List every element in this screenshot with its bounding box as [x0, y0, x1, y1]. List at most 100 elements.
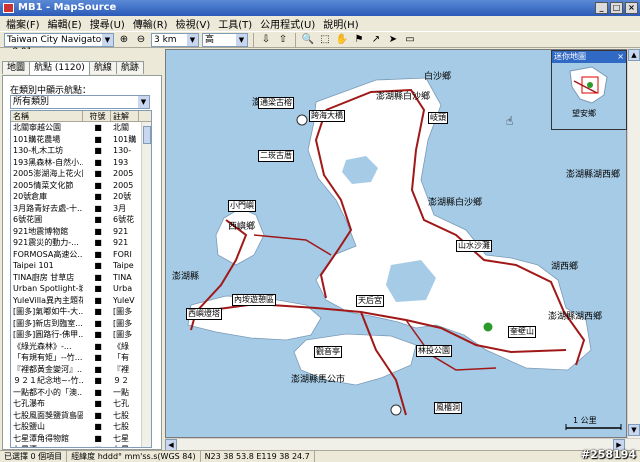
list-item[interactable]: [圖多]圓路行-佛甲... ■ [圖多	[11, 329, 151, 341]
list-item[interactable]: 921震災的動力-... ■ 921	[11, 237, 151, 249]
column-comment[interactable]: 註解	[111, 111, 139, 121]
map-horizontal-scrollbar[interactable]: ◀ ▶	[165, 438, 640, 451]
product-select[interactable]: Taiwan City Navigator v8.01▼	[4, 32, 114, 57]
waypoint-name: 6號花圃	[13, 215, 43, 224]
zoom-tool-icon[interactable]: 🔍	[301, 33, 315, 47]
list-item[interactable]: 3月路青好去處-十... ■ 3月	[11, 203, 151, 215]
list-item[interactable]: 2005情菜文化節 ■ 2005	[11, 180, 151, 192]
waypoint-comment: Taipe	[113, 261, 134, 270]
send-to-device-icon[interactable]: ⇧	[276, 33, 290, 47]
waypoint-list[interactable]: 名稱 符號 註解 北關寧越公園 ■ 北關 101購花農場 ■ 101購 130-札木工坊 ■ 1…	[10, 110, 152, 448]
minimize-button[interactable]: _	[595, 2, 608, 14]
waypoint-comment: ９２	[113, 376, 129, 385]
tab-maps[interactable]: 地圖	[2, 61, 31, 74]
list-item[interactable]: 921地震博物館 ■ 921	[11, 226, 151, 238]
zoom-out-icon[interactable]: ⊖	[134, 33, 148, 47]
list-item[interactable]: 6號花圃 ■ 6號花	[11, 214, 151, 226]
waypoint-symbol-icon: ■	[94, 180, 102, 190]
waypoint-tool-icon[interactable]: ⚑	[352, 33, 366, 47]
close-icon[interactable]: ×	[617, 51, 624, 63]
waypoint-name: Urban Spotlight-城...	[13, 284, 83, 293]
list-item[interactable]: 七星潭角得物館 ■ 七星	[11, 433, 151, 445]
waypoint-comment: 921	[113, 238, 129, 247]
maximize-button[interactable]: □	[610, 2, 623, 14]
list-item[interactable]: 「有規有矩」--竹... ■ 「有	[11, 352, 151, 364]
menu-help[interactable]: 說明(H)	[319, 16, 362, 31]
list-item[interactable]: 七孔瀑布 ■ 七孔	[11, 398, 151, 410]
poi-label[interactable]: 小門嶼	[228, 200, 256, 212]
list-item[interactable]: [圖多]新店到臨室... ■ [圖多	[11, 318, 151, 330]
tab-routes[interactable]: 航線	[88, 61, 117, 74]
poi-label[interactable]: 天后宮	[356, 295, 384, 307]
measure-tool-icon[interactable]: ▭	[403, 33, 417, 47]
poi-label[interactable]: 奎壁山	[508, 326, 536, 338]
pointer-tool-icon[interactable]: ➤	[386, 33, 400, 47]
menu-tools[interactable]: 工具(T)	[214, 16, 256, 31]
side-panel: 地圖 航點 (1120) 航線 航跡 在類別中顯示航點： 所有類別 ▼ 名稱 符號…	[0, 49, 164, 452]
list-item[interactable]: 101購花農場 ■ 101購	[11, 134, 151, 146]
list-item[interactable]: 七股風面獎鹽貨島區 ■ 七股	[11, 410, 151, 422]
map-label: 白沙鄉	[424, 72, 452, 82]
menu-find[interactable]: 搜尋(U)	[86, 16, 129, 31]
list-item[interactable]: 20號倉庫 ■ 20號	[11, 191, 151, 203]
list-item[interactable]: [圖多]氣嘟如牛-大... ■ [圖多	[11, 306, 151, 318]
mini-map[interactable]: 迷你地圖 × 望安鄉	[551, 50, 627, 130]
poi-label[interactable]: 通梁古榕	[258, 97, 294, 109]
poi-label[interactable]: 內垵遊憩區	[232, 294, 276, 306]
list-item[interactable]: ９２１紀念地~-竹... ■ ９２	[11, 375, 151, 387]
list-item[interactable]: 130-札木工坊 ■ 130-	[11, 145, 151, 157]
cursor-coordinates: N23 38 53.8 E119 38 24.7	[201, 451, 315, 462]
tab-tracks[interactable]: 航跡	[115, 61, 144, 74]
waypoint-comment: 七星	[111, 444, 139, 447]
menu-view[interactable]: 檢視(V)	[172, 16, 215, 31]
poi-label[interactable]: 觀音亭	[314, 346, 342, 358]
list-item[interactable]: TINA廚房 甘草店 ■ TINA	[11, 272, 151, 284]
waypoint-comment: TINA	[113, 272, 132, 282]
list-item[interactable]: 『裡都黃金變河』... ■ 『裡	[11, 364, 151, 376]
column-symbol[interactable]: 符號	[83, 111, 111, 121]
scale-select[interactable]: 3 km ▼	[151, 32, 199, 47]
waypoint-symbol-icon: ■	[94, 215, 102, 224]
menu-utilities[interactable]: 公用程式(U)	[256, 16, 319, 31]
route-tool-icon[interactable]: ↗	[369, 33, 383, 47]
list-item[interactable]: YuleVilla異內主題花... ■ YuleV	[11, 295, 151, 307]
map-vertical-scrollbar[interactable]: ▲ ▼	[627, 49, 640, 438]
waypoint-comment: 921	[113, 226, 129, 236]
select-tool-icon[interactable]: ⬚	[318, 33, 332, 47]
list-item[interactable]: FORMOSA高速公... ■ FORI	[11, 249, 151, 261]
map-label: 澎湖縣湖西鄉	[566, 170, 621, 180]
receive-from-device-icon[interactable]: ⇩	[259, 33, 273, 47]
menu-file[interactable]: 檔案(F)	[2, 16, 44, 31]
menu-edit[interactable]: 編輯(E)	[44, 16, 86, 31]
list-item[interactable]: 一點都不小的「澳... ■ 一點	[11, 387, 151, 399]
menu-transfer[interactable]: 傳輸(R)	[129, 16, 172, 31]
waypoint-name: 七星潭	[11, 444, 83, 447]
column-name[interactable]: 名稱	[11, 111, 83, 121]
list-item[interactable]: 七股鹽山 ■ 七股	[11, 421, 151, 433]
category-select[interactable]: 所有類別 ▼	[10, 95, 150, 109]
hand-tool-icon[interactable]: ✋	[335, 33, 349, 47]
poi-label[interactable]: 山水沙灘	[456, 240, 492, 252]
list-item[interactable]: 193黑森林-自然小... ■ 193	[11, 157, 151, 169]
waypoint-symbol-icon: ■	[94, 433, 102, 443]
list-item[interactable]: 七星潭■七星	[11, 444, 151, 447]
poi-label[interactable]: 跨海大橋	[309, 110, 345, 122]
poi-label[interactable]: 二崁古厝	[258, 150, 294, 162]
list-scrollbar[interactable]	[141, 122, 151, 447]
poi-label[interactable]: 岐頭	[428, 112, 448, 124]
zoom-in-icon[interactable]: ⊕	[117, 33, 131, 47]
list-item[interactable]: Urban Spotlight-城... ■ Urba	[11, 283, 151, 295]
poi-label[interactable]: 林投公園	[416, 345, 452, 357]
poi-label[interactable]: 西嶼燈塔	[186, 308, 222, 320]
close-button[interactable]: ×	[625, 2, 638, 14]
mini-map-canvas	[569, 66, 608, 104]
waypoint-comment: 一點	[113, 387, 129, 397]
list-item[interactable]: Taipei 101 ■ Taipe	[11, 260, 151, 272]
list-item[interactable]: 《綠光森林》-... ■ 《綠	[11, 341, 151, 353]
poi-label[interactable]: 風櫃洞	[434, 402, 462, 414]
detail-select[interactable]: 高 ▼	[202, 32, 248, 47]
list-item[interactable]: 北關寧越公園 ■ 北關	[11, 122, 151, 134]
list-item[interactable]: 2005澎湖海上花火節 ■ 2005	[11, 168, 151, 180]
map-label: 澎湖縣湖西鄉	[548, 312, 603, 322]
tab-waypoints[interactable]: 航點 (1120)	[29, 61, 90, 75]
